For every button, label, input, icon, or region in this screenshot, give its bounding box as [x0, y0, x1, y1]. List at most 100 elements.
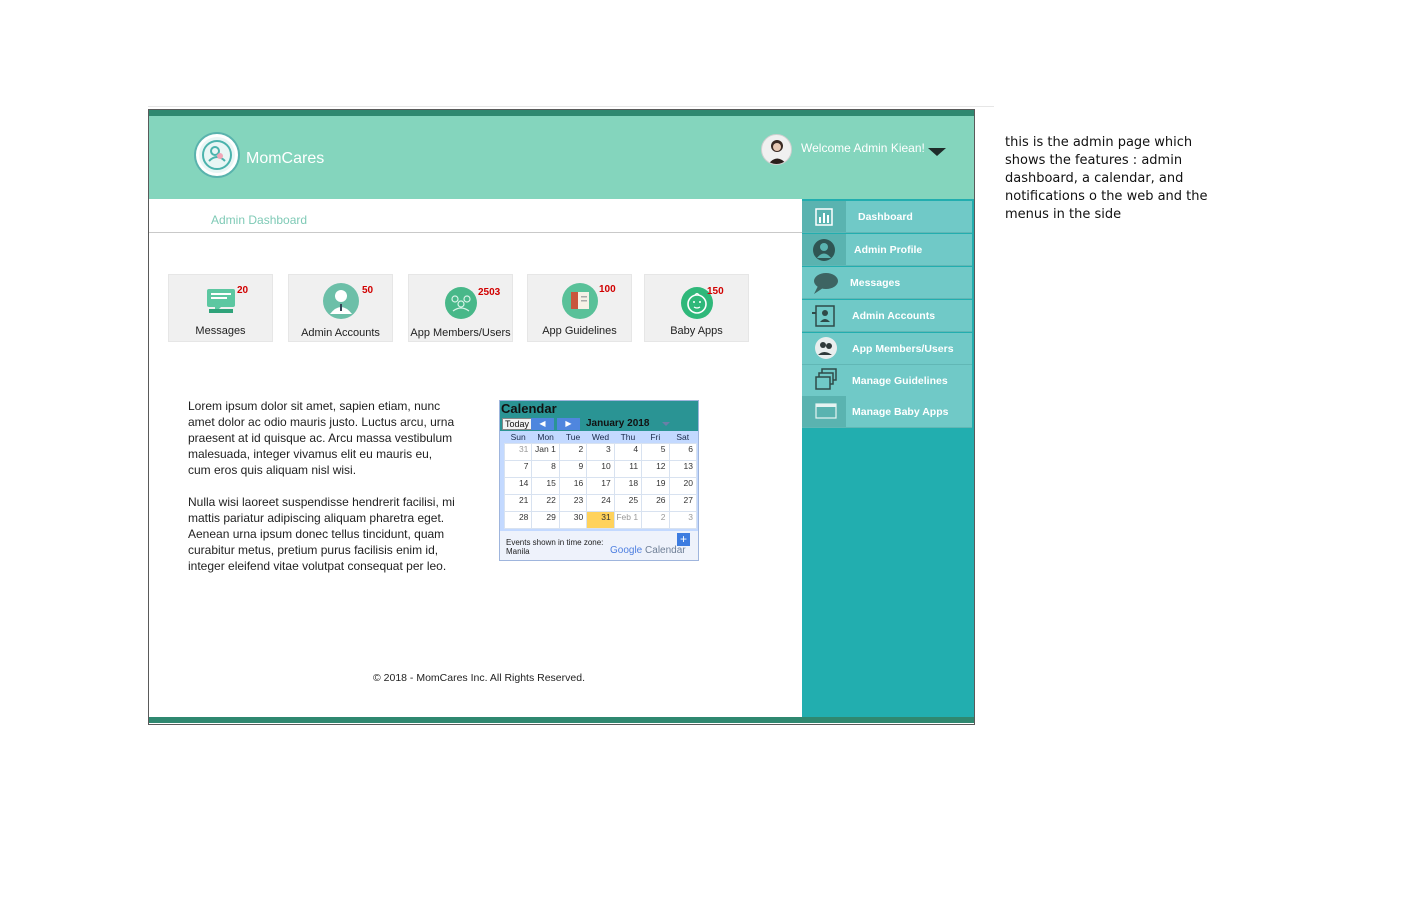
calendar-day[interactable]: 19 — [641, 476, 670, 495]
calendar-day[interactable]: 20 — [668, 476, 698, 495]
chat-icon — [802, 267, 846, 298]
calendar-day[interactable]: 14 — [503, 476, 533, 495]
calendar-day[interactable]: 4 — [613, 442, 643, 461]
calendar-day-today[interactable]: 31 — [586, 510, 615, 529]
book-icon — [561, 283, 598, 319]
calendar-title: Calendar — [500, 401, 698, 417]
calendar-day[interactable]: 18 — [613, 476, 643, 495]
calendar-day[interactable]: Feb 1 — [613, 510, 643, 529]
calendar-day[interactable]: 15 — [531, 476, 560, 495]
footer-bar — [149, 717, 974, 723]
calendar-day[interactable]: 3 — [668, 510, 698, 529]
calendar-day[interactable]: 17 — [586, 476, 615, 495]
account-dropdown-icon[interactable] — [928, 148, 946, 156]
header: MomCares Welcome Admin Kiean! — [149, 110, 974, 199]
calendar-day[interactable]: 8 — [531, 459, 560, 478]
sidebar-item-messages[interactable]: Messages — [802, 267, 972, 299]
stat-card-admin-accounts[interactable]: 50 Admin Accounts — [288, 274, 393, 342]
calendar-day[interactable]: 3 — [586, 442, 615, 461]
user-icon — [802, 234, 846, 265]
calendar-day[interactable]: 24 — [586, 493, 615, 512]
baby-apps-count: 150 — [707, 286, 724, 297]
stat-card-messages[interactable]: 20 Messages — [168, 274, 273, 342]
month-label: January 2018 — [586, 418, 650, 429]
weekday-thu: Thu — [620, 432, 636, 443]
calendar-day[interactable]: 6 — [668, 442, 698, 461]
calendar-day[interactable]: 21 — [503, 493, 533, 512]
calendar-day[interactable]: 30 — [558, 510, 588, 529]
weekday-wed: Wed — [591, 432, 610, 443]
weekday-sat: Sat — [676, 432, 690, 443]
prev-month-button[interactable]: ◀ — [531, 418, 554, 430]
app-members-count: 2503 — [478, 287, 501, 298]
calendar-day[interactable]: 11 — [613, 459, 643, 478]
sidebar-item-label: Admin Profile — [854, 244, 923, 256]
sidebar-item-admin-profile[interactable]: Admin Profile — [802, 234, 972, 266]
google-wordmark: Google — [610, 545, 643, 556]
stat-card-baby-apps[interactable]: 150 Baby Apps — [644, 274, 749, 342]
calendar-day[interactable]: 22 — [531, 493, 560, 512]
baby-apps-label: Baby Apps — [670, 325, 723, 337]
messages-label: Messages — [195, 325, 246, 337]
calendar-day[interactable]: 7 — [503, 459, 533, 478]
calendar-day[interactable]: 26 — [641, 493, 670, 512]
calendar-day[interactable]: 2 — [558, 442, 588, 461]
messages-count: 20 — [237, 285, 249, 296]
calendar-day[interactable]: 5 — [641, 442, 670, 461]
calendar-day[interactable]: 27 — [668, 493, 698, 512]
sidebar-item-label: Manage Baby Apps — [852, 406, 949, 418]
weekday-tue: Tue — [565, 432, 581, 443]
window-icon — [802, 396, 846, 427]
calendar-day[interactable]: 29 — [531, 510, 560, 529]
sidebar-item-label: App Members/Users — [852, 343, 954, 355]
admin-accounts-label: Admin Accounts — [301, 327, 380, 339]
users-icon — [802, 333, 846, 364]
month-dropdown-icon[interactable] — [662, 422, 670, 426]
breadcrumb[interactable]: Admin Dashboard — [211, 213, 307, 227]
calendar-day[interactable]: 28 — [503, 510, 533, 529]
sidebar-item-label: Admin Accounts — [852, 310, 936, 322]
momcares-logo-icon[interactable] — [196, 134, 238, 176]
chart-icon — [802, 201, 846, 232]
paragraph-2: Nulla wisi laoreet suspendisse hendrerit… — [188, 495, 455, 573]
app-guidelines-count: 100 — [599, 284, 616, 295]
calendar-day[interactable]: 9 — [558, 459, 588, 478]
calendar-day[interactable]: 31 — [503, 442, 533, 461]
paragraph-1: Lorem ipsum dolor sit amet, sapien etiam… — [188, 399, 455, 477]
calendar-widget: Calendar Today ◀ ▶ January 2018 Sun Mon … — [499, 400, 699, 561]
calendar-day[interactable]: 10 — [586, 459, 615, 478]
admin-accounts-count: 50 — [362, 285, 374, 296]
welcome-text: Welcome Admin Kiean! — [801, 141, 925, 155]
calendar-day[interactable]: 13 — [668, 459, 698, 478]
annotation-note: this is the admin page which shows the f… — [1005, 135, 1208, 222]
brand-name[interactable]: MomCares — [246, 150, 324, 168]
sidebar-item-manage-baby-apps[interactable]: Manage Baby Apps — [802, 396, 972, 428]
timezone-note: Events shown in time zone: Manila — [506, 538, 604, 556]
next-month-button[interactable]: ▶ — [557, 418, 580, 430]
admin-person-icon — [322, 283, 359, 319]
stat-card-app-guidelines[interactable]: 100 App Guidelines — [527, 274, 632, 342]
weekday-sun: Sun — [510, 432, 526, 443]
admin-avatar[interactable] — [761, 134, 792, 165]
stat-card-app-members[interactable]: 2503 App Members/Users — [408, 274, 513, 342]
calendar-day[interactable]: Jan 1 — [531, 442, 560, 461]
admin-page: MomCares Welcome Admin Kiean! Admin Dash… — [148, 109, 975, 725]
stack-icon — [802, 365, 846, 396]
weekday-fri: Fri — [650, 432, 661, 443]
calendar-day[interactable]: 25 — [613, 493, 643, 512]
calendar-day[interactable]: 2 — [641, 510, 670, 529]
today-button[interactable]: Today — [502, 418, 533, 430]
members-group-icon — [444, 287, 477, 319]
google-calendar-logo[interactable]: Google Calendar — [610, 545, 686, 556]
copyright: © 2018 - MomCares Inc. All Rights Reserv… — [373, 672, 585, 684]
sidebar-item-manage-guidelines[interactable]: Manage Guidelines — [802, 365, 972, 397]
calendar-footer: Events shown in time zone: Manila + Goog… — [500, 531, 698, 560]
calendar-day[interactable]: 16 — [558, 476, 588, 495]
message-icon — [203, 283, 239, 319]
calendar-day[interactable]: 12 — [641, 459, 670, 478]
calendar-day[interactable]: 23 — [558, 493, 588, 512]
sidebar-item-app-members[interactable]: App Members/Users — [802, 333, 972, 365]
app-guidelines-label: App Guidelines — [542, 325, 617, 337]
sidebar-item-dashboard[interactable]: Dashboard — [802, 201, 972, 233]
sidebar-item-admin-accounts[interactable]: Admin Accounts — [802, 300, 972, 332]
